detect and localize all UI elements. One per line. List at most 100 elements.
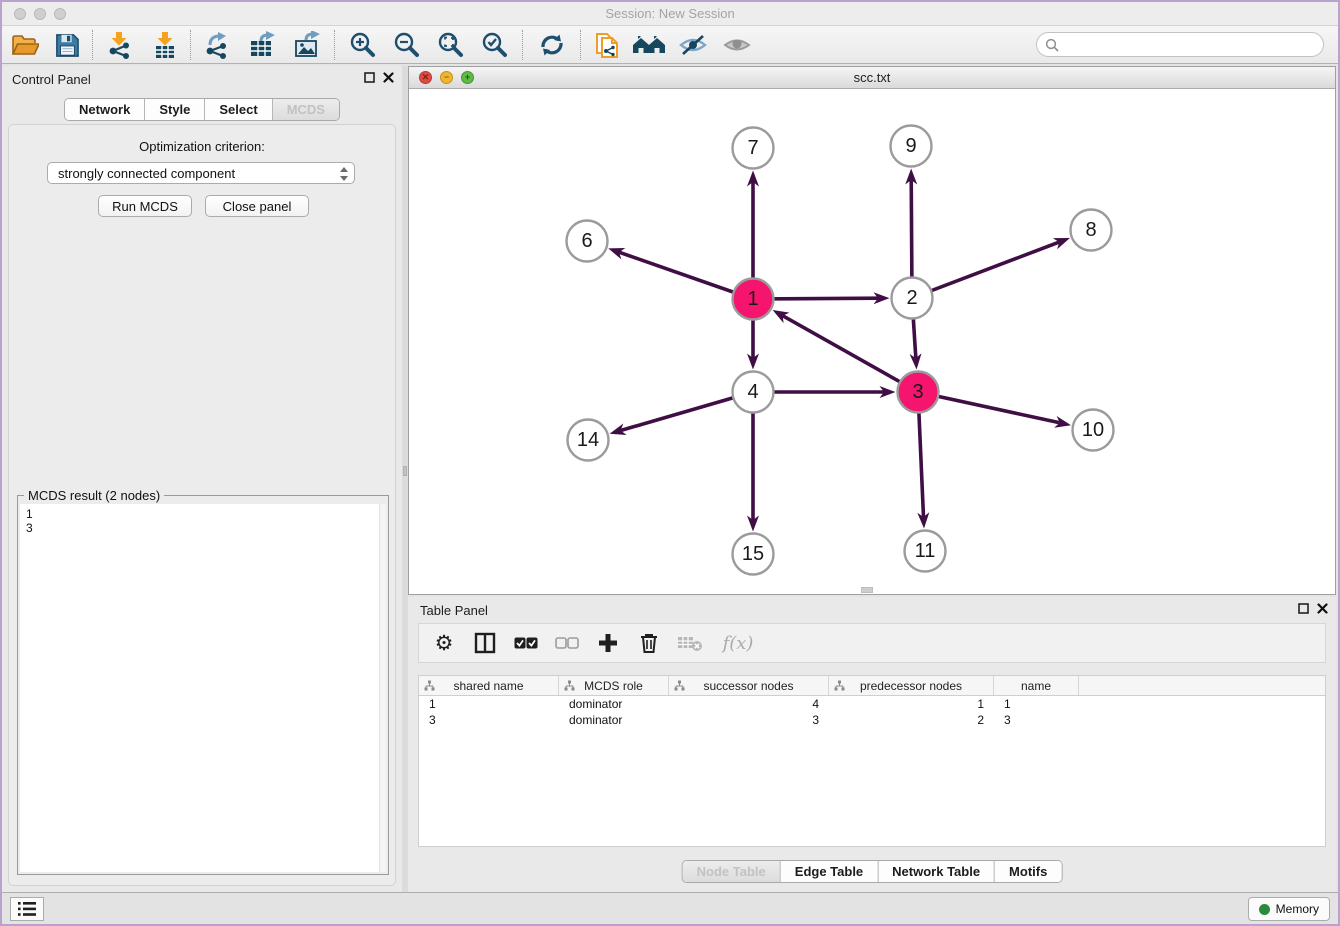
save-session-icon[interactable] — [50, 30, 84, 60]
zoom-fit-icon[interactable] — [434, 30, 468, 60]
graph-node-label: 9 — [905, 135, 916, 157]
column-header-predecessor-nodes[interactable]: predecessor nodes — [829, 676, 994, 695]
graph-edge-2-8[interactable] — [912, 242, 1059, 298]
toolbar-separator — [190, 30, 191, 60]
table-row[interactable]: 3dominator323 — [419, 712, 1325, 728]
table-cell[interactable]: 2 — [829, 712, 994, 728]
tab-mcds[interactable]: MCDS — [272, 99, 339, 120]
network-canvas[interactable]: 7968124314101511 — [409, 89, 1335, 594]
canvas-hscroll-thumb[interactable] — [861, 587, 873, 593]
zoom-in-icon[interactable] — [346, 30, 380, 60]
table-header-row: shared name MCDS role successor nodes pr… — [419, 676, 1325, 696]
graph-edge-3-10[interactable] — [918, 392, 1060, 423]
table-cell[interactable]: 3 — [669, 712, 829, 728]
tab-select[interactable]: Select — [204, 99, 271, 120]
unchecked-boxes-icon[interactable] — [554, 629, 580, 657]
close-panel-icon[interactable] — [383, 72, 394, 83]
table-cell[interactable]: 1 — [419, 696, 559, 712]
tree-icon — [674, 680, 685, 694]
memory-button[interactable]: Memory — [1248, 897, 1330, 921]
graph-node-label: 10 — [1082, 419, 1104, 441]
import-network-icon[interactable] — [102, 30, 136, 60]
divider-grip-icon[interactable] — [403, 466, 407, 476]
table-cell[interactable]: 3 — [994, 712, 1079, 728]
table-toolbar: ⚙ f(x) — [418, 623, 1326, 663]
hide-panel-eye-icon[interactable] — [676, 30, 710, 60]
network-view-window: ✕ − + scc.txt 7968124314101511 — [408, 66, 1336, 595]
task-history-button[interactable] — [10, 897, 44, 921]
delete-table-icon[interactable] — [677, 629, 703, 657]
import-table-icon[interactable] — [148, 30, 182, 60]
tab-node-table[interactable]: Node Table — [683, 861, 780, 882]
control-panel-tabs: Network Style Select MCDS — [64, 98, 340, 121]
table-tabs: Node Table Edge Table Network Table Moti… — [682, 860, 1063, 883]
table-row[interactable]: 1dominator411 — [419, 696, 1325, 712]
column-header-mcds-role[interactable]: MCDS role — [559, 676, 669, 695]
open-file-icon[interactable] — [8, 30, 42, 60]
graph-node-label: 11 — [915, 540, 936, 562]
split-columns-icon[interactable] — [472, 629, 498, 657]
title-bar: Session: New Session — [2, 2, 1338, 26]
export-network-icon[interactable] — [200, 30, 234, 60]
refresh-icon[interactable] — [535, 30, 569, 60]
status-bar: Memory — [2, 892, 1338, 924]
graph-node-label: 4 — [747, 381, 758, 403]
select-stepper-icon — [339, 166, 349, 185]
checked-boxes-icon[interactable] — [513, 629, 539, 657]
close-panel-button[interactable]: Close panel — [205, 195, 309, 217]
copy-network-icon[interactable] — [590, 30, 624, 60]
delete-column-icon[interactable] — [636, 629, 662, 657]
mcds-result-text[interactable]: 1 3 — [20, 504, 386, 872]
table-body: 1dominator4113dominator323 — [419, 696, 1325, 728]
column-header-shared-name[interactable]: shared name — [419, 676, 559, 695]
table-cell[interactable]: 3 — [419, 712, 559, 728]
criterion-value: strongly connected component — [58, 166, 235, 181]
close-table-panel-icon[interactable] — [1317, 603, 1328, 614]
run-mcds-button[interactable]: Run MCDS — [98, 195, 192, 217]
table-cell[interactable]: 4 — [669, 696, 829, 712]
table-panel: Table Panel ⚙ — [408, 597, 1336, 892]
graph-edge-3-1[interactable] — [783, 316, 918, 392]
table-cell[interactable]: 1 — [994, 696, 1079, 712]
function-builder-icon[interactable]: f(x) — [718, 629, 758, 657]
graph-node-label: 2 — [906, 287, 917, 309]
tab-style[interactable]: Style — [144, 99, 204, 120]
tab-motifs[interactable]: Motifs — [994, 861, 1061, 882]
gear-icon[interactable]: ⚙ — [431, 629, 457, 657]
main-toolbar — [2, 26, 1338, 64]
graph-node-label: 7 — [747, 137, 758, 159]
float-panel-icon[interactable] — [364, 72, 375, 83]
task-list-icon — [18, 902, 36, 916]
search-box[interactable] — [1036, 32, 1324, 57]
zoom-selected-icon[interactable] — [478, 30, 512, 60]
search-input[interactable] — [1064, 37, 1323, 52]
graph-node-label: 15 — [742, 543, 764, 565]
show-eye-icon[interactable] — [720, 30, 754, 60]
result-scrollbar[interactable] — [379, 504, 386, 872]
export-table-icon[interactable] — [246, 30, 280, 60]
table-cell[interactable]: dominator — [559, 712, 669, 728]
column-header-name[interactable]: name — [994, 676, 1079, 695]
zoom-out-icon[interactable] — [390, 30, 424, 60]
tab-edge-table[interactable]: Edge Table — [780, 861, 877, 882]
add-column-icon[interactable] — [595, 629, 621, 657]
table-cell[interactable]: 1 — [829, 696, 994, 712]
search-icon — [1045, 38, 1059, 52]
column-header-successor-nodes[interactable]: successor nodes — [669, 676, 829, 695]
optimization-criterion-label: Optimization criterion: — [9, 139, 395, 154]
network-window-titlebar[interactable]: ✕ − + scc.txt — [409, 67, 1335, 89]
tab-network[interactable]: Network — [65, 99, 144, 120]
application-window: Session: New Session — [0, 0, 1340, 926]
criterion-select[interactable]: strongly connected component — [47, 162, 355, 184]
mcds-result-title: MCDS result (2 nodes) — [24, 488, 164, 503]
toolbar-separator — [522, 30, 523, 60]
toolbar-separator — [92, 30, 93, 60]
table-cell[interactable]: dominator — [559, 696, 669, 712]
control-panel: Control Panel Network Style Select MCDS … — [2, 66, 402, 892]
control-panel-title: Control Panel — [12, 72, 91, 87]
tab-network-table[interactable]: Network Table — [877, 861, 994, 882]
home-network-icon[interactable] — [632, 30, 666, 60]
float-table-panel-icon[interactable] — [1298, 603, 1309, 614]
export-image-icon[interactable] — [291, 30, 325, 60]
network-graph[interactable]: 7968124314101511 — [409, 89, 1335, 594]
